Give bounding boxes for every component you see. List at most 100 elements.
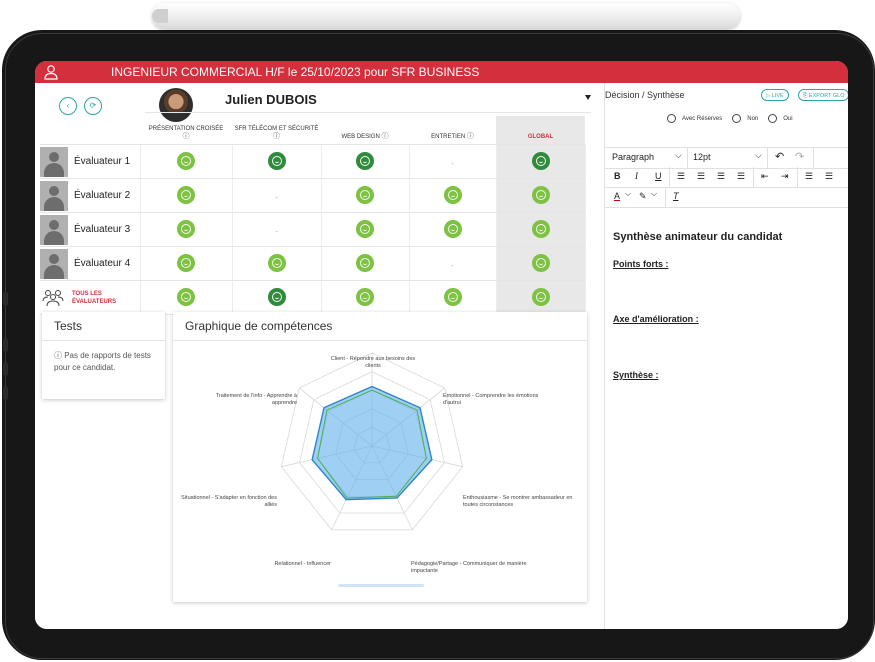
align-left-icon[interactable]: ☰ [677, 171, 685, 182]
highlight-icon[interactable]: ✎ [639, 191, 647, 202]
tablet-side-button [3, 338, 8, 352]
clear-format-icon[interactable]: T [673, 191, 679, 201]
global-score-cell [496, 246, 586, 281]
info-icon[interactable]: ⓘ [382, 133, 389, 140]
smiley-icon[interactable] [531, 254, 550, 273]
smiley-icon[interactable] [443, 288, 462, 307]
chevron-down-icon[interactable]: ⌵ [755, 150, 762, 161]
score-cell: - [232, 178, 322, 213]
smiley-icon[interactable] [177, 152, 195, 171]
refresh-button[interactable]: ⟳ [84, 97, 102, 115]
info-icon[interactable]: ⓘ [183, 133, 190, 140]
smiley-icon[interactable] [531, 220, 550, 239]
smiley-icon[interactable] [356, 186, 374, 205]
score-cell: - [409, 246, 497, 281]
column-header-entretien: ENTRETIEN ⓘ [409, 116, 496, 145]
no-score-dash: - [275, 228, 278, 236]
radio-label: Oui [783, 115, 793, 122]
evaluator-name: Évaluateur 2 [74, 190, 131, 201]
evaluator-cell: Évaluateur 1 [40, 144, 141, 179]
decision-radio-group: Avec Réserves Non Oui [667, 114, 803, 123]
smiley-icon[interactable] [267, 288, 286, 307]
smiley-icon[interactable] [531, 186, 550, 205]
back-button[interactable]: ‹ [59, 97, 77, 115]
align-right-icon[interactable]: ☰ [717, 171, 725, 182]
score-cell: - [232, 212, 322, 247]
smiley-icon[interactable] [177, 254, 195, 273]
radio-label: Non [747, 115, 759, 122]
numbered-list-icon[interactable]: ☰ [825, 171, 833, 182]
underline-button[interactable]: U [655, 171, 662, 181]
toolbar-separator [665, 187, 666, 207]
user-icon[interactable] [43, 64, 59, 80]
toolbar-separator [767, 148, 768, 168]
smiley-icon[interactable] [267, 254, 286, 273]
export-button[interactable]: ⎘ EXPORT GLO [798, 89, 848, 101]
toolbar-row-2: B I U ☰ ☰ ☰ ☰ ⇤ ⇥ ☰ ☰ [605, 167, 848, 188]
evaluator-avatar [40, 214, 68, 245]
paragraph-select[interactable]: Paragraph [612, 152, 654, 162]
no-score-dash: - [451, 160, 454, 168]
redo-icon[interactable]: ↷ [795, 150, 804, 163]
justify-icon[interactable]: ☰ [737, 171, 745, 182]
score-cell [140, 246, 233, 281]
indent-icon[interactable]: ⇥ [781, 171, 789, 182]
chart-scroll-indicator[interactable] [338, 584, 424, 587]
italic-button[interactable]: I [635, 171, 638, 181]
smiley-icon[interactable] [177, 186, 195, 205]
radio-oui[interactable] [768, 114, 778, 123]
smiley-icon[interactable] [267, 152, 286, 171]
smiley-icon[interactable] [356, 254, 374, 273]
score-cell [321, 144, 410, 179]
smiley-icon[interactable] [177, 220, 195, 239]
stylus-tip [152, 9, 168, 23]
smiley-icon[interactable] [531, 288, 550, 307]
smiley-icon[interactable] [531, 152, 550, 171]
radar-label-traitement: Traitement de l'info - Apprendre à appre… [215, 393, 297, 406]
smiley-icon[interactable] [443, 186, 462, 205]
tests-card: Tests ⓘ Pas de rapports de tests pour ce… [42, 312, 165, 399]
undo-icon[interactable]: ↶ [775, 150, 784, 163]
bold-button[interactable]: B [614, 171, 621, 181]
chevron-down-icon[interactable]: ⌵ [651, 189, 657, 199]
radio-label: Avec Réserves [682, 115, 723, 122]
divider [145, 112, 591, 113]
evaluation-grid: PRÉSENTATION CROISÉE ⓘ SFR TÉLÉCOM ET SÉC… [40, 116, 586, 315]
smiley-icon[interactable] [177, 288, 195, 307]
all-evaluators-identity: TOUS LES ÉVALUATEURS [40, 288, 140, 308]
radio-avec-reserves[interactable] [667, 114, 676, 123]
smiley-icon[interactable] [356, 288, 374, 307]
info-icon[interactable]: ⓘ [273, 133, 280, 140]
candidate-name: Julien DUBOIS [225, 92, 317, 107]
column-header-sfr: SFR TÉLÉCOM ET SÉCURITÉ ⓘ [232, 116, 321, 145]
chevron-down-icon[interactable]: ⌵ [625, 189, 631, 199]
score-cell [140, 212, 233, 247]
evaluator-identity: Évaluateur 4 [40, 248, 140, 279]
skills-chart-card: Graphique de compétences Client - Répond… [173, 312, 587, 602]
smiley-icon[interactable] [443, 220, 462, 239]
info-icon[interactable]: ⓘ [467, 133, 474, 140]
outdent-icon[interactable]: ⇤ [761, 171, 769, 182]
editor-section-synthesis: Synthèse : [613, 370, 659, 380]
toolbar-row-1: Paragraph ⌵ 12pt ⌵ ↶ ↷ [605, 147, 848, 169]
smiley-icon[interactable] [356, 220, 374, 239]
global-score-cell [496, 144, 586, 179]
align-center-icon[interactable]: ☰ [697, 171, 705, 182]
candidate-select-chevron-icon[interactable] [585, 95, 591, 100]
evaluator-cell: Évaluateur 4 [40, 246, 141, 281]
font-size-select[interactable]: 12pt [693, 152, 711, 162]
bullet-list-icon[interactable]: ☰ [805, 171, 813, 182]
smiley-icon[interactable] [356, 152, 374, 171]
chevron-down-icon[interactable]: ⌵ [675, 150, 682, 161]
score-cell [232, 280, 322, 315]
score-cell [409, 178, 497, 213]
radar-label-client: Client - Répondre aux besoins des client… [330, 356, 416, 369]
all-evaluators-cell: TOUS LES ÉVALUATEURS [40, 280, 141, 315]
top-bar: INGENIEUR COMMERCIAL H/F le 25/10/2023 p… [35, 61, 848, 83]
font-color-icon[interactable]: A [614, 191, 620, 201]
radio-non[interactable] [732, 114, 742, 123]
evaluation-panel: ‹ ⟳ Julien DUBOIS PRÉSENTATION CROISÉE ⓘ … [35, 83, 604, 629]
toolbar-separator [797, 167, 798, 187]
live-button[interactable]: ▷ LIVE [761, 89, 789, 101]
score-cell [321, 280, 410, 315]
